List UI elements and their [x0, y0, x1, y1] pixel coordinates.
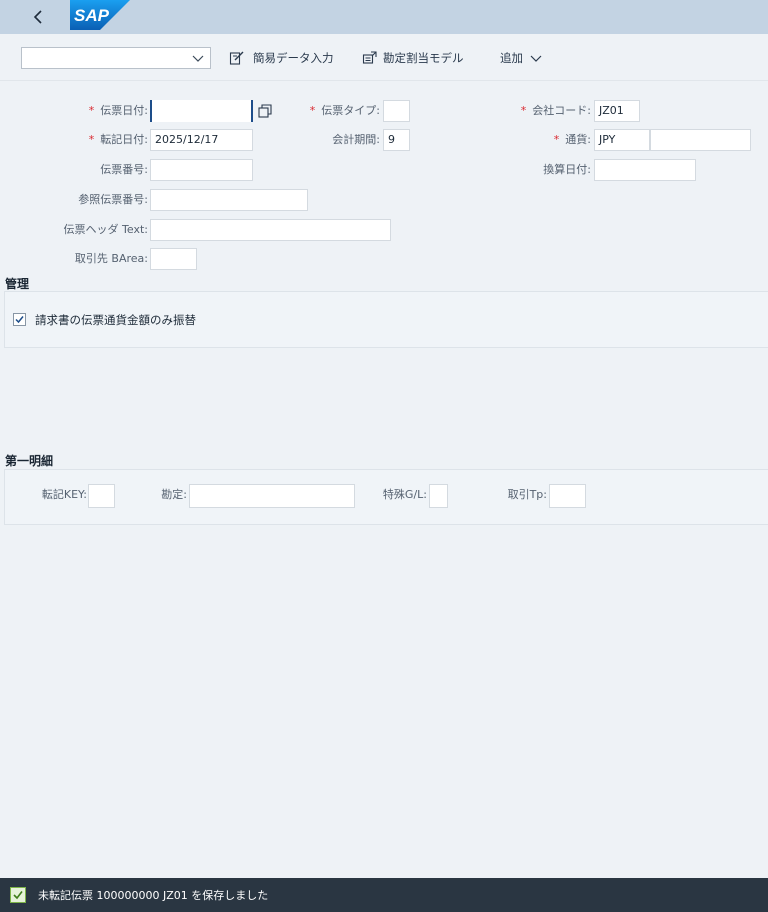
back-button[interactable] [26, 5, 50, 29]
success-status-button[interactable] [10, 887, 26, 903]
account-input[interactable] [189, 484, 355, 508]
currency-input[interactable]: JPY [594, 129, 650, 151]
posting-key-input[interactable] [88, 484, 115, 508]
variant-select[interactable] [21, 47, 211, 69]
required-asterisk: * [309, 104, 316, 117]
easy-data-entry-button[interactable]: 簡易データ入力 [229, 48, 341, 68]
document-number-label: 伝票番号: [100, 163, 148, 176]
checkmark-icon [15, 316, 24, 324]
transfer-only-doc-currency-label: 請求書の伝票通貨金額のみ振替 [35, 313, 196, 327]
document-date-input[interactable] [150, 100, 253, 122]
fiscal-period-input[interactable]: 9 [383, 129, 410, 151]
chevron-down-icon [530, 55, 542, 62]
translation-date-input[interactable] [594, 159, 696, 181]
required-asterisk: * [88, 133, 95, 146]
first-line-item-section-title: 第一明細 [5, 454, 54, 468]
account-assignment-model-label: 勘定割当モデル [383, 51, 464, 65]
success-check-icon [13, 891, 23, 900]
trading-partner-barea-input[interactable] [150, 248, 197, 270]
reference-document-number-label: 参照伝票番号: [78, 193, 148, 206]
status-message: 未転記伝票 100000000 JZ01 を保存しました [38, 889, 269, 902]
document-header-text-label: 伝票ヘッダ Text: [63, 223, 148, 236]
account-label: 勘定: [161, 488, 187, 501]
posting-date-label: * 転記日付: [88, 133, 148, 146]
edit-pen-icon [229, 51, 244, 65]
model-export-icon [362, 51, 377, 64]
posting-key-label: 転記KEY: [41, 488, 87, 501]
trading-partner-barea-label: 取引先 BArea: [74, 252, 148, 265]
first-line-item-panel: 転記KEY: 勘定: 特殊G/L: 取引Tp: [4, 469, 768, 525]
transaction-type-input[interactable] [549, 484, 586, 508]
document-header-text-input[interactable] [150, 219, 391, 241]
easy-data-entry-label: 簡易データ入力 [253, 51, 334, 65]
exchange-rate-input[interactable] [650, 129, 751, 151]
special-gl-input[interactable] [429, 484, 448, 508]
required-asterisk: * [88, 104, 95, 117]
sap-logo-text: SAP [74, 6, 110, 25]
shell-bar: SAP [0, 0, 768, 34]
management-section-title: 管理 [5, 277, 30, 291]
company-code-input[interactable]: JZ01 [594, 100, 640, 122]
document-number-input[interactable] [150, 159, 253, 181]
status-bar: 未転記伝票 100000000 JZ01 を保存しました [0, 878, 768, 912]
special-gl-label: 特殊G/L: [382, 488, 427, 501]
account-assignment-model-button[interactable]: 勘定割当モデル [362, 48, 480, 68]
toolbar: 簡易データ入力 勘定割当モデル 追加 [0, 40, 768, 81]
chevron-down-icon [192, 55, 204, 62]
calendar-picker-button[interactable] [257, 103, 273, 119]
document-type-label: * 伝票タイプ: [309, 104, 380, 117]
management-panel: 請求書の伝票通貨金額のみ振替 [4, 291, 768, 348]
reference-document-number-input[interactable] [150, 189, 308, 211]
value-help-icon [258, 104, 272, 118]
sap-logo: SAP [70, 0, 130, 30]
add-menu-label: 追加 [500, 51, 523, 65]
fiscal-period-label: 会計期間: [332, 133, 380, 146]
company-code-label: * 会社コード: [520, 104, 591, 117]
currency-label: * 通貨: [553, 133, 591, 146]
translation-date-label: 換算日付: [543, 163, 591, 176]
transaction-type-label: 取引Tp: [507, 488, 547, 501]
document-date-label: * 伝票日付: [88, 104, 148, 117]
chevron-left-icon [33, 10, 42, 24]
transfer-only-doc-currency-checkbox[interactable] [13, 313, 26, 326]
required-asterisk: * [553, 133, 560, 146]
document-type-input[interactable] [383, 100, 410, 122]
required-asterisk: * [520, 104, 527, 117]
add-menu-button[interactable]: 追加 [500, 48, 548, 68]
posting-date-input[interactable]: 2025/12/17 [150, 129, 253, 151]
